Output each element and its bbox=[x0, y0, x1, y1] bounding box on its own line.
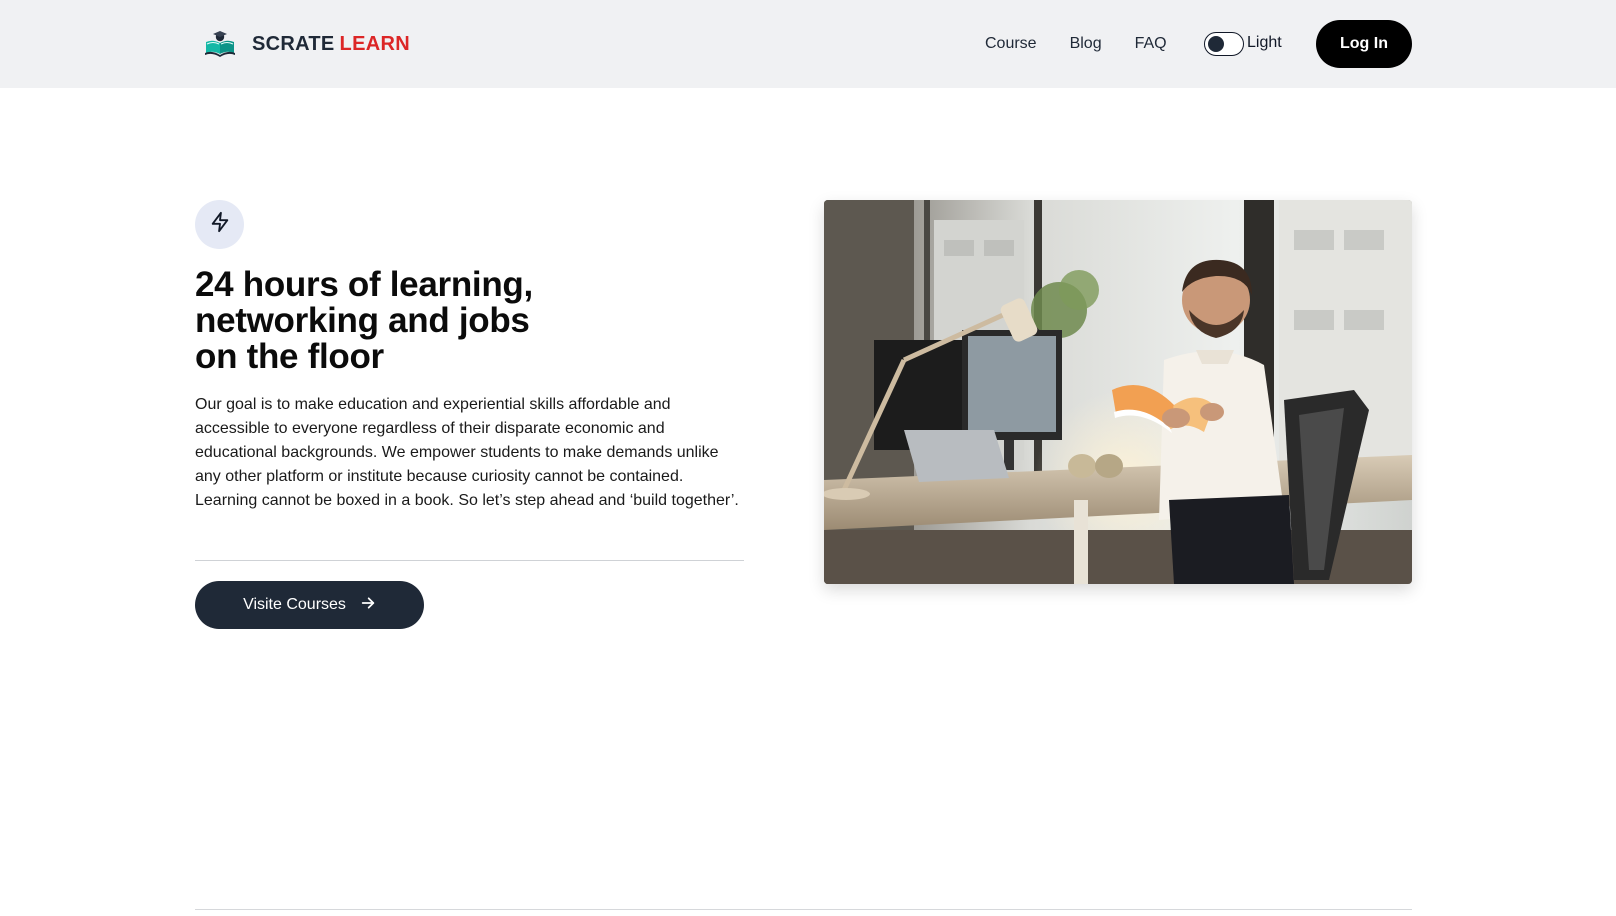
lightning-bolt-icon bbox=[209, 211, 231, 238]
book-reader-icon bbox=[202, 28, 238, 60]
feature-badge bbox=[195, 200, 244, 249]
login-button[interactable]: Log In bbox=[1316, 20, 1412, 68]
theme-toggle-label: Light bbox=[1247, 34, 1282, 51]
visit-courses-label: Visite Courses bbox=[243, 596, 346, 613]
top-navbar: SCRATE LEARN Course Blog FAQ Light Log In bbox=[0, 0, 1616, 88]
brand-name-part1: SCRATE bbox=[252, 32, 335, 55]
visit-courses-button[interactable]: Visite Courses bbox=[195, 581, 424, 629]
toggle-knob bbox=[1208, 36, 1224, 52]
hero-title-line-1: 24 hours of learning, bbox=[195, 265, 533, 304]
section-divider bbox=[195, 909, 1412, 910]
hero-photo bbox=[824, 200, 1412, 584]
theme-toggle-switch[interactable] bbox=[1204, 32, 1244, 56]
main-nav: Course Blog FAQ bbox=[985, 33, 1200, 55]
hero-divider bbox=[195, 560, 744, 561]
nav-link-blog[interactable]: Blog bbox=[1070, 35, 1102, 53]
hero-title-line-2: networking and jobs bbox=[195, 301, 530, 340]
hero-title: 24 hours of learning, networking and job… bbox=[195, 267, 595, 375]
brand-name: SCRATE LEARN bbox=[252, 33, 410, 56]
nav-link-course[interactable]: Course bbox=[985, 35, 1037, 53]
brand-logo-link[interactable]: SCRATE LEARN bbox=[202, 28, 410, 60]
brand-name-part2: LEARN bbox=[339, 32, 410, 55]
nav-link-faq[interactable]: FAQ bbox=[1135, 35, 1167, 53]
arrow-right-icon bbox=[360, 595, 376, 616]
hero-title-line-3: on the floor bbox=[195, 337, 384, 376]
hero-description: Our goal is to make education and experi… bbox=[195, 396, 739, 509]
